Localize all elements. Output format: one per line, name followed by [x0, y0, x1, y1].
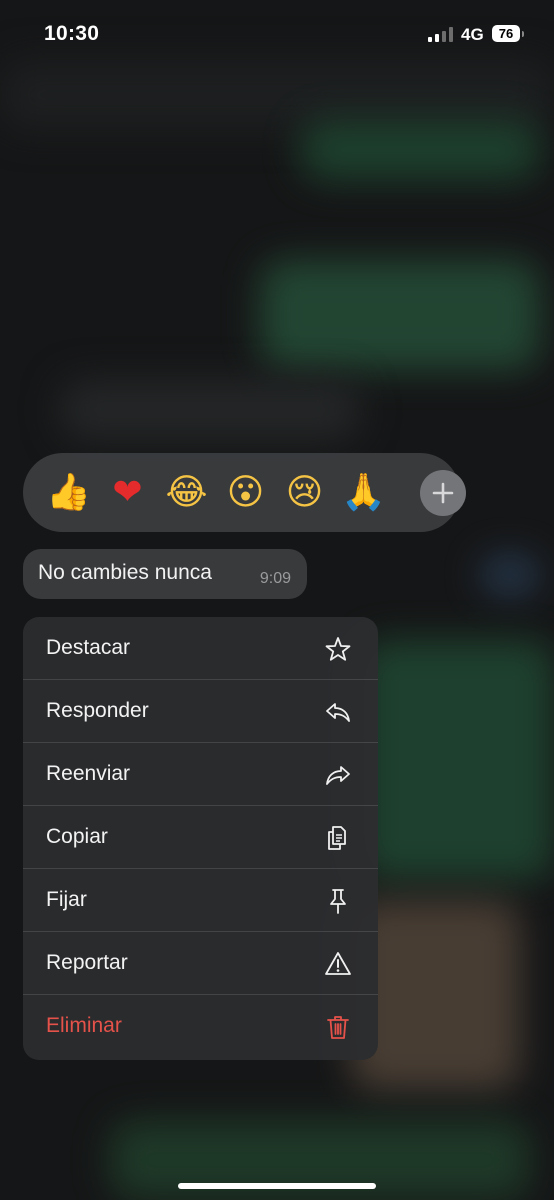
pin-icon	[330, 889, 346, 914]
menu-item-label: Destacar	[46, 636, 131, 659]
forward-icon	[326, 766, 350, 785]
menu-item-eliminar[interactable]: Eliminar	[23, 995, 378, 1058]
message-time: 9:09	[259, 570, 291, 587]
plus-icon	[432, 482, 454, 504]
message-bubble: No cambies nunca 9:09	[23, 549, 307, 599]
reaction-tears-of-joy[interactable]: 😂	[157, 472, 216, 513]
context-menu: Destacar Responder Reenviar Copiar Fijar…	[23, 617, 378, 1060]
reaction-bar: 👍 ❤ 😂 😮 😢 🙏	[23, 453, 466, 532]
trash-icon	[327, 1016, 349, 1039]
menu-item-label: Copiar	[46, 825, 108, 848]
menu-item-label: Reenviar	[46, 762, 131, 785]
menu-item-responder[interactable]: Responder	[23, 680, 378, 743]
status-bar: 10:30 4G 76	[0, 0, 554, 70]
reaction-surprised-face[interactable]: 😮	[216, 472, 275, 513]
warning-icon	[325, 952, 351, 975]
reply-icon	[326, 703, 350, 722]
copy-icon	[328, 826, 346, 850]
menu-item-fijar[interactable]: Fijar	[23, 869, 378, 932]
battery-icon: 76	[492, 25, 520, 42]
more-reactions-button[interactable]	[420, 470, 466, 516]
menu-item-reportar[interactable]: Reportar	[23, 932, 378, 995]
menu-item-label: Eliminar	[46, 1014, 122, 1037]
reaction-thumbs-up[interactable]: 👍	[39, 472, 98, 513]
reaction-folded-hands[interactable]: 🙏	[334, 472, 393, 513]
menu-item-label: Reportar	[46, 951, 128, 974]
message-text: No cambies nunca	[38, 561, 212, 584]
network-type: 4G	[461, 25, 484, 44]
star-icon	[325, 637, 351, 661]
status-time: 10:30	[44, 22, 100, 45]
menu-item-reenviar[interactable]: Reenviar	[23, 743, 378, 806]
menu-item-copiar[interactable]: Copiar	[23, 806, 378, 869]
battery-tip	[522, 31, 524, 37]
menu-item-label: Fijar	[46, 888, 87, 911]
reaction-red-heart[interactable]: ❤	[98, 472, 157, 513]
menu-item-destacar[interactable]: Destacar	[23, 617, 378, 680]
reaction-crying-face[interactable]: 😢	[275, 472, 334, 513]
signal-strength-icon	[428, 26, 453, 42]
home-indicator[interactable]	[178, 1183, 376, 1189]
menu-item-label: Responder	[46, 699, 149, 722]
